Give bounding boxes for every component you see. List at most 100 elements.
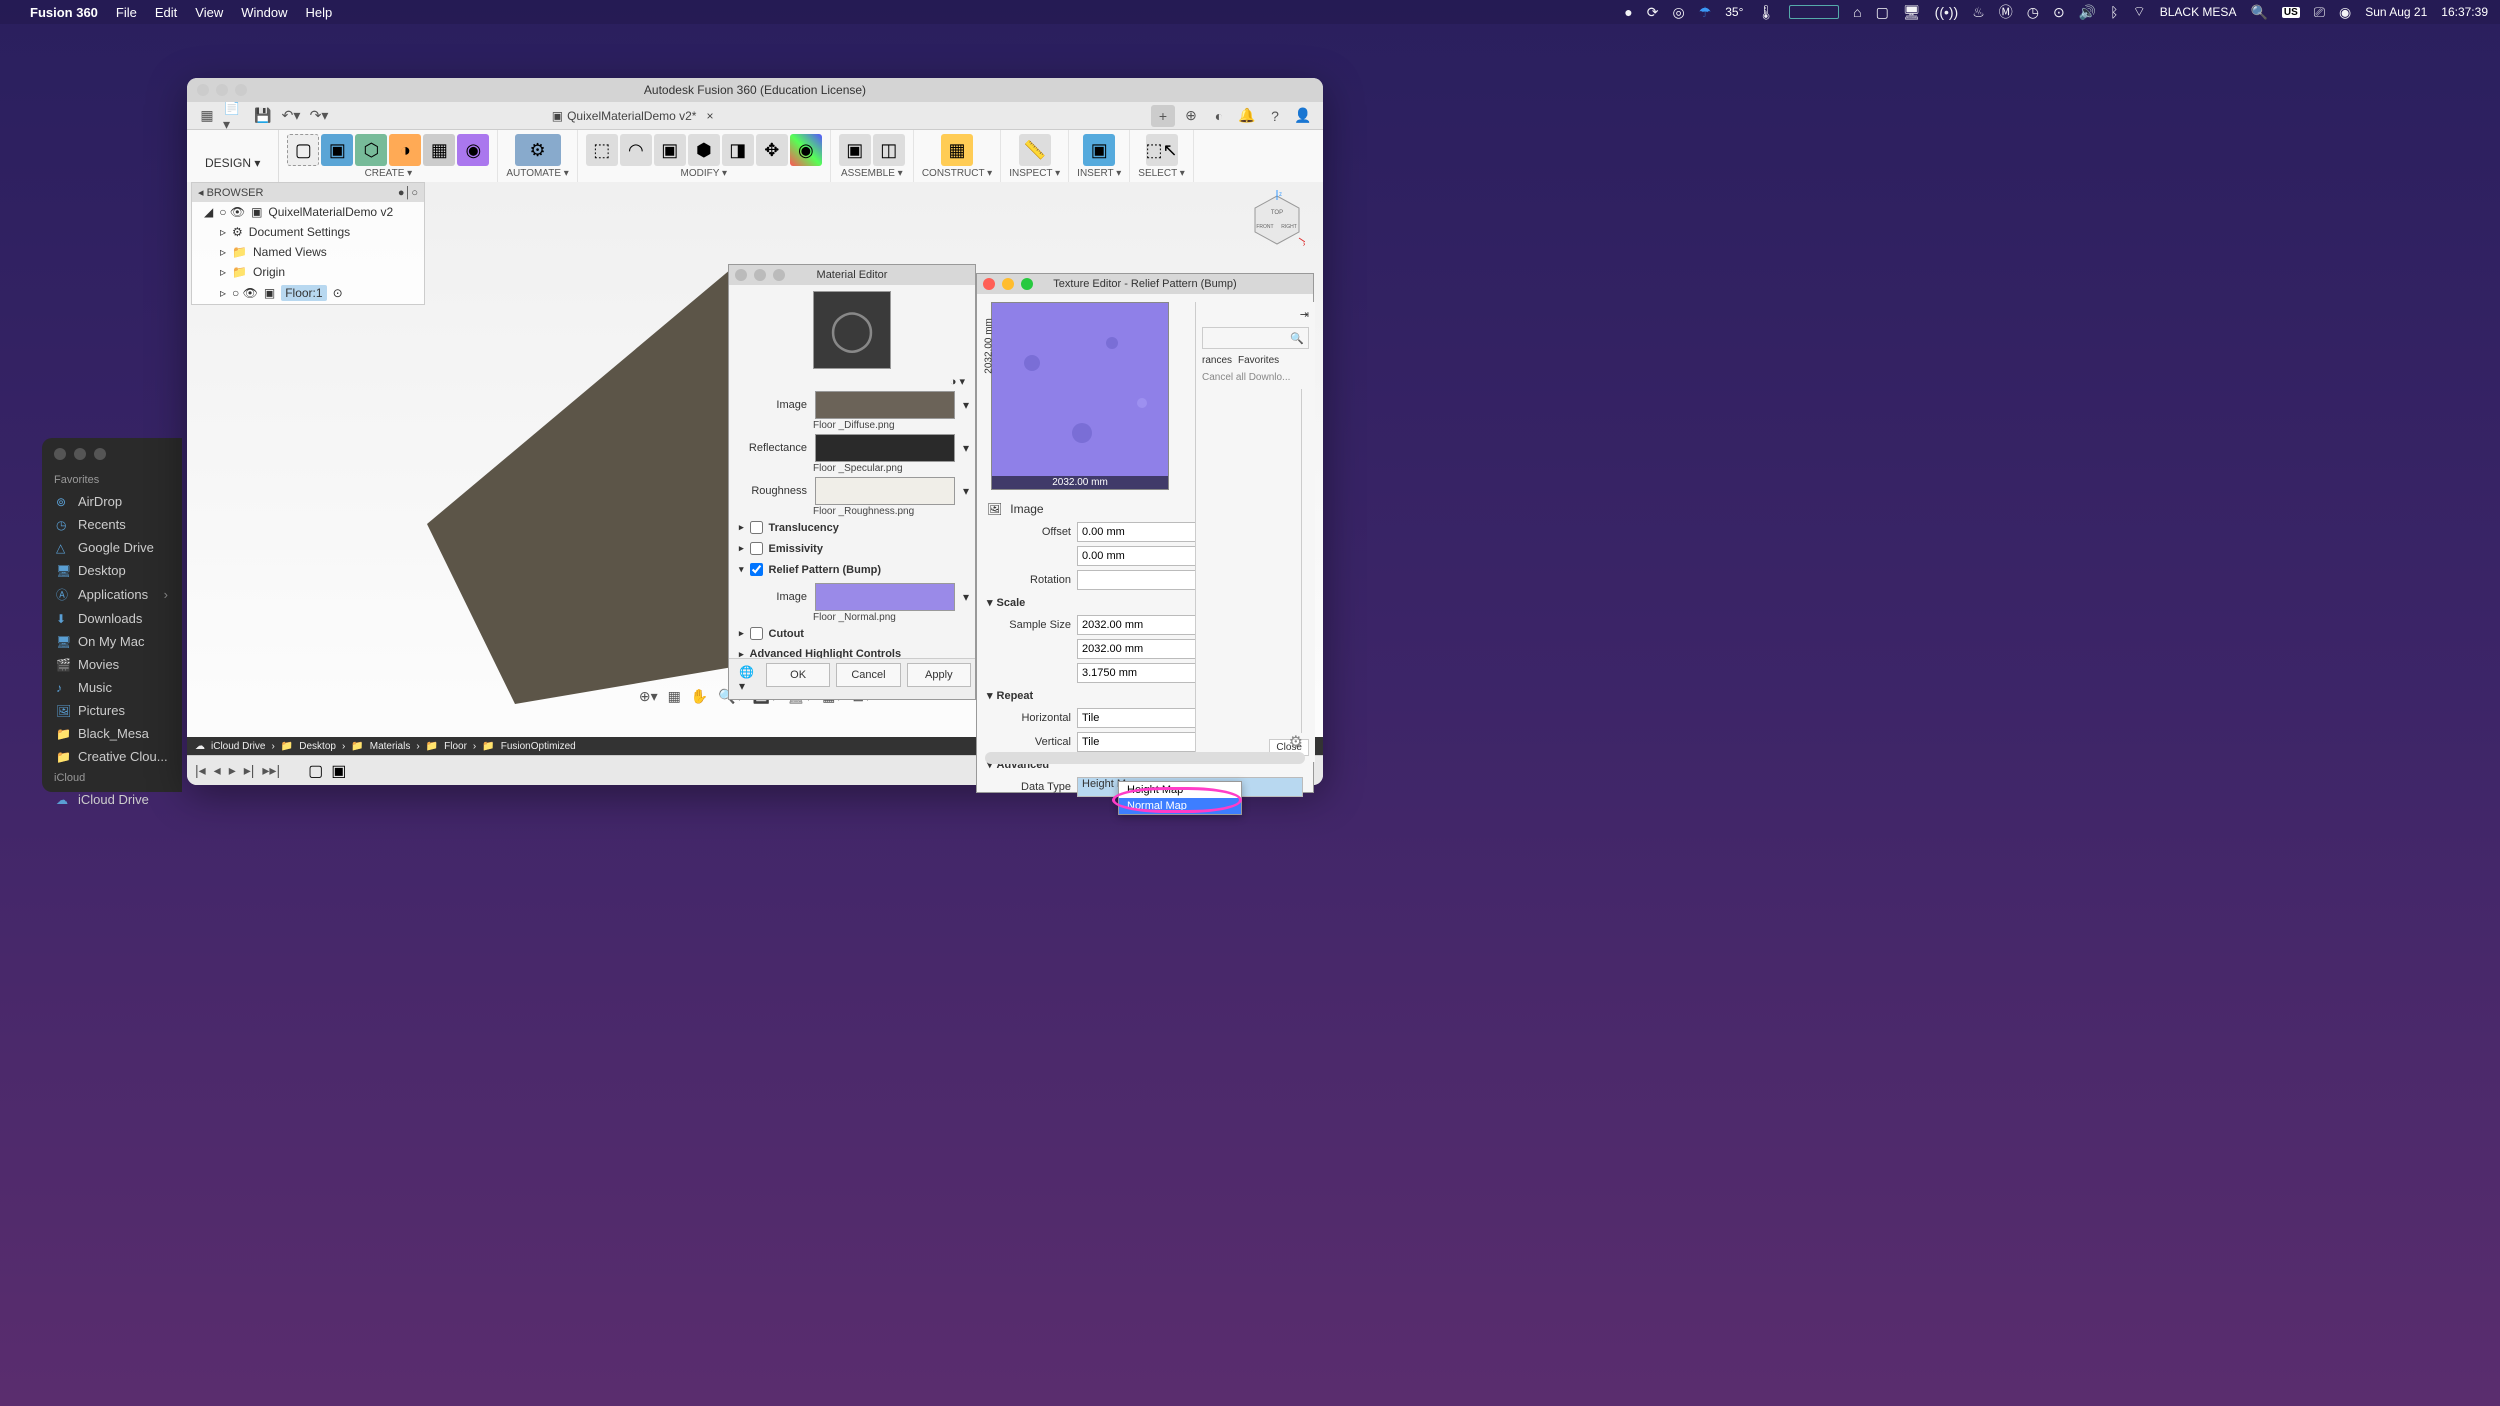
minimize-icon[interactable] (216, 84, 228, 96)
group-automate[interactable]: AUTOMATE ▾ (506, 168, 568, 179)
collapse-icon[interactable]: ▾ (739, 564, 744, 575)
finder-applications[interactable]: ⒶApplications› (42, 582, 182, 607)
finder-airdrop[interactable]: ⊚AirDrop (42, 490, 182, 513)
cancel-downloads[interactable]: Cancel all Downlo... (1202, 372, 1309, 383)
menu-file[interactable]: File (116, 5, 137, 20)
dropdown-icon[interactable]: ▾ (963, 441, 969, 455)
cancel-button[interactable]: Cancel (836, 663, 900, 687)
display-icon[interactable]: 🖥 (1903, 4, 1921, 21)
insert-icon[interactable]: ▣ (1083, 134, 1115, 166)
collapse-icon[interactable]: ▾ (987, 596, 993, 609)
tl-prev-icon[interactable]: ◂ (214, 762, 221, 779)
rances-tab[interactable]: rances (1202, 355, 1232, 366)
search-field[interactable]: 🔍 (1202, 327, 1309, 349)
normal-swatch[interactable] (815, 583, 955, 611)
zoom-icon[interactable] (1021, 278, 1033, 290)
combine-icon[interactable]: ⬢ (688, 134, 720, 166)
tree-root[interactable]: QuixelMaterialDemo v2 (268, 205, 393, 219)
dropdown-option-heightmap[interactable]: Height Map (1119, 782, 1241, 798)
close-tab-icon[interactable]: × (706, 109, 713, 123)
finder-gdrive[interactable]: △Google Drive (42, 536, 182, 559)
draft-icon[interactable]: ◨ (722, 134, 754, 166)
datapanel-icon[interactable]: ▦ (195, 105, 219, 127)
select-icon[interactable]: ⬚↖ (1146, 134, 1178, 166)
favorites-tab[interactable]: Favorites (1238, 355, 1279, 366)
close-icon[interactable] (983, 278, 995, 290)
ok-button[interactable]: OK (766, 663, 830, 687)
finder-iclouddrive[interactable]: ☁iCloud Drive (42, 788, 182, 811)
crumb-3[interactable]: Floor (444, 741, 467, 752)
finder-recents[interactable]: ◷Recents (42, 513, 182, 536)
file-icon[interactable]: 📄▾ (223, 105, 247, 127)
minimize-icon[interactable] (1002, 278, 1014, 290)
pan-icon[interactable]: ✋ (691, 688, 708, 705)
weather-graph[interactable] (1789, 5, 1839, 19)
bluetooth-icon[interactable]: ᛒ (2110, 4, 2118, 20)
roughness-swatch[interactable] (815, 477, 955, 505)
finder-music[interactable]: ♪Music (42, 676, 182, 699)
dropdown-icon[interactable]: ▾ (963, 484, 969, 498)
newtab-icon[interactable]: + (1151, 105, 1175, 127)
hole-icon[interactable]: ▦ (423, 134, 455, 166)
material-preview[interactable]: ◯ (813, 291, 891, 369)
box-a-icon[interactable]: ▢ (1876, 4, 1889, 21)
cutout-checkbox[interactable] (750, 627, 763, 640)
collapse-icon[interactable]: ▾ (987, 689, 993, 702)
tl-feature-2[interactable]: ▣ (331, 761, 346, 781)
wifi-icon[interactable]: ⌔ (2133, 3, 2146, 21)
preview-options-icon[interactable]: ◑ ▾ (729, 375, 975, 388)
diffuse-swatch[interactable] (815, 391, 955, 419)
scrollbar[interactable] (1301, 389, 1309, 733)
close-icon[interactable] (735, 269, 747, 281)
group-insert[interactable]: INSERT ▾ (1077, 168, 1121, 179)
group-inspect[interactable]: INSPECT ▾ (1009, 168, 1060, 179)
menu-help[interactable]: Help (305, 5, 332, 20)
temperature[interactable]: 35° (1725, 5, 1743, 19)
tree-floor[interactable]: Floor:1 (281, 285, 326, 301)
broadcast-icon[interactable]: ((•)) (1935, 4, 1959, 20)
tri-icon[interactable]: ◢ (204, 205, 213, 219)
notif-icon[interactable]: 🔔 (1235, 105, 1259, 127)
inspect-icon[interactable]: 📏 (1019, 134, 1051, 166)
close-icon[interactable] (54, 448, 66, 460)
document-tab[interactable]: ▣ QuixelMaterialDemo v2* × (552, 109, 714, 123)
flame-icon[interactable]: ♨ (1972, 4, 1985, 21)
assem2-icon[interactable]: ◫ (873, 134, 905, 166)
tri-icon[interactable]: ▹ (220, 225, 226, 239)
menubar-app-name[interactable]: Fusion 360 (30, 5, 98, 20)
finder-onmymac[interactable]: 🖥On My Mac (42, 630, 182, 653)
volume-icon[interactable]: 🔊 (2079, 4, 2096, 21)
expand-icon[interactable]: ▸ (739, 543, 744, 554)
menu-view[interactable]: View (195, 5, 223, 20)
translucency-checkbox[interactable] (750, 521, 763, 534)
tri-icon[interactable]: ▹ (220, 245, 226, 259)
therm-icon[interactable]: 🌡 (1757, 4, 1775, 21)
group-create[interactable]: CREATE ▾ (365, 168, 413, 179)
mail-m-icon[interactable]: Ⓜ (1999, 2, 2013, 22)
finder-movies[interactable]: 🎬Movies (42, 653, 182, 676)
group-select[interactable]: SELECT ▾ (1138, 168, 1185, 179)
minimize-icon[interactable] (74, 448, 86, 460)
host-label[interactable]: BLACK MESA (2160, 5, 2237, 19)
save-icon[interactable]: 💾 (251, 105, 275, 127)
clock-icon[interactable]: ◷ (2027, 4, 2039, 21)
dropdown-option-normalmap[interactable]: Normal Map (1119, 798, 1241, 814)
finder-downloads[interactable]: ⬇Downloads (42, 607, 182, 630)
expand-icon[interactable]: ▸ (739, 522, 744, 533)
emissivity-checkbox[interactable] (750, 542, 763, 555)
extensions-icon[interactable]: ⊕ (1179, 105, 1203, 127)
help-icon[interactable]: ? (1263, 105, 1287, 127)
umbrella-icon[interactable]: ☂ (1699, 4, 1712, 21)
look-icon[interactable]: ▦ (668, 688, 681, 705)
redo-icon[interactable]: ↷▾ (307, 105, 331, 127)
expand-icon[interactable]: ▸ (739, 628, 744, 639)
tri-icon[interactable]: ▹ (220, 286, 226, 300)
construct-icon[interactable]: ▦ (941, 134, 973, 166)
apply-button[interactable]: Apply (907, 663, 971, 687)
orbit-icon[interactable]: ⊕▾ (639, 688, 658, 705)
group-assemble[interactable]: ASSEMBLE ▾ (841, 168, 903, 179)
tree-origin[interactable]: Origin (253, 265, 285, 279)
menubar-date[interactable]: Sun Aug 21 (2365, 5, 2427, 19)
appearance-icon[interactable]: ◉ (790, 134, 822, 166)
zoom-icon[interactable] (235, 84, 247, 96)
